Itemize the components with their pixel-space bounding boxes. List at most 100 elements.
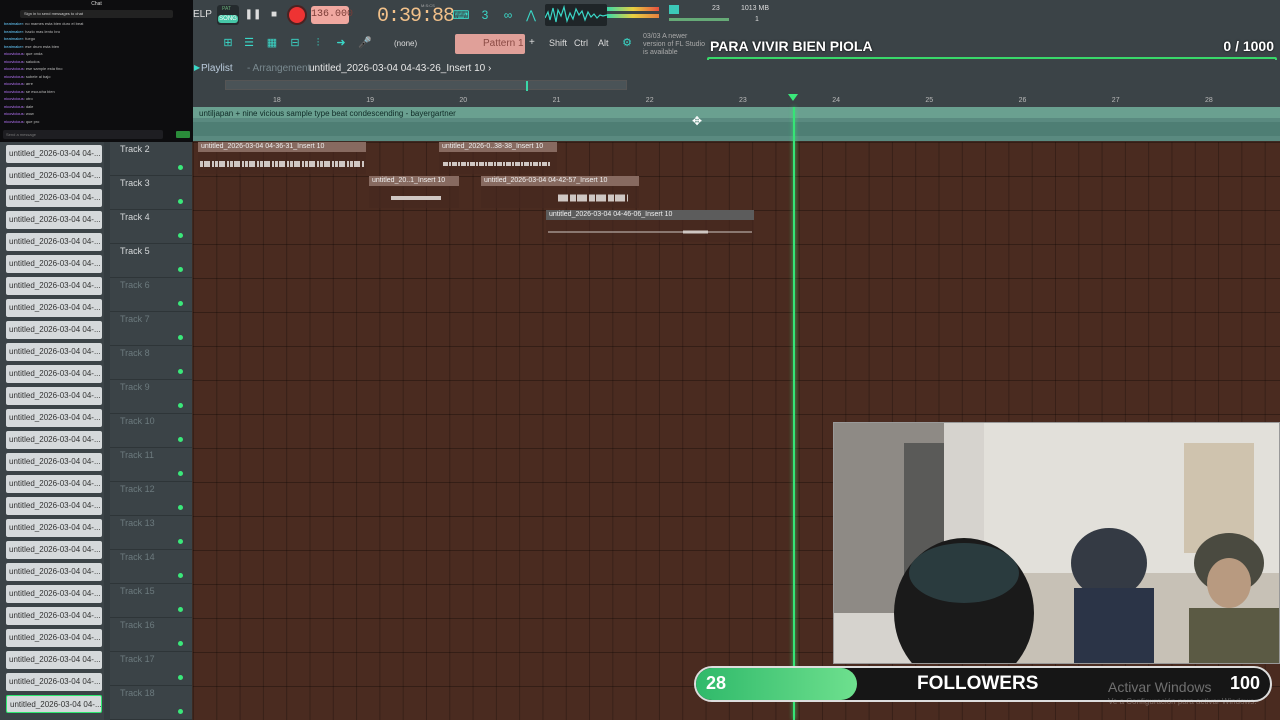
track-header[interactable]: Track 10 — [110, 414, 192, 448]
track-header[interactable]: Track 11 — [110, 448, 192, 482]
pattern-list-item[interactable]: untitled_2026-03-04 04-... — [6, 211, 102, 229]
track-mute-led[interactable] — [178, 709, 183, 714]
track-header[interactable]: Track 17 — [110, 652, 192, 686]
track-mute-led[interactable] — [178, 301, 183, 306]
chat-username[interactable]: nicovicious — [4, 59, 24, 64]
track-header[interactable]: Track 8 — [110, 346, 192, 380]
audio-clip[interactable]: untitled_2026-03-04 04-42-57_Insert 10 — [481, 176, 639, 208]
track-header[interactable]: Track 9 — [110, 380, 192, 414]
track-mute-led[interactable] — [178, 165, 183, 170]
stop-button[interactable]: ■ — [264, 5, 284, 25]
pattern-selector[interactable]: Pattern 1 — [455, 34, 525, 54]
track-mute-led[interactable] — [178, 437, 183, 442]
track-header[interactable]: Track 7 — [110, 312, 192, 346]
pattern-list-item[interactable]: untitled_2026-03-04 04-... — [6, 497, 102, 515]
track-header[interactable]: Track 4 — [110, 210, 192, 244]
browser-icon[interactable]: ➜ — [332, 34, 350, 52]
track-mute-led[interactable] — [178, 233, 183, 238]
chat-username[interactable]: beatmaker — [4, 44, 23, 49]
mixer-icon[interactable]: ⫶ — [309, 34, 327, 52]
wait-icon[interactable]: ∞ — [498, 5, 518, 25]
chat-username[interactable]: beatmaker — [4, 21, 23, 26]
pattern-list-item[interactable]: untitled_2026-03-04 04-... — [6, 233, 102, 251]
pause-button[interactable]: ❚❚ — [243, 5, 263, 25]
ctrl-key[interactable]: Ctrl — [574, 38, 588, 48]
chat-send-button[interactable] — [176, 131, 190, 138]
chat-username[interactable]: nicovicious — [4, 104, 24, 109]
pattern-list-item[interactable]: untitled_2026-03-04 04-... — [6, 695, 102, 713]
track-mute-led[interactable] — [178, 607, 183, 612]
pattern-list-item[interactable]: untitled_2026-03-04 04-... — [6, 189, 102, 207]
pattern-list-item[interactable]: untitled_2026-03-04 04-... — [6, 541, 102, 559]
shift-key[interactable]: Shift — [549, 38, 567, 48]
track-header[interactable]: Track 14 — [110, 550, 192, 584]
pattern-list-item[interactable]: untitled_2026-03-04 04-... — [6, 321, 102, 339]
audio-clip[interactable]: untitled_20..1_Insert 10 — [369, 176, 459, 208]
track-mute-led[interactable] — [178, 369, 183, 374]
typing-keyboard-icon[interactable]: ⌨ — [451, 5, 471, 25]
chat-username[interactable]: beatmaker — [4, 29, 23, 34]
track-mute-led[interactable] — [178, 573, 183, 578]
track-mute-led[interactable] — [178, 641, 183, 646]
alt-key[interactable]: Alt — [598, 38, 609, 48]
chat-username[interactable]: nicovicious — [4, 66, 24, 71]
chat-username[interactable]: nicovicious — [4, 89, 24, 94]
track-header[interactable]: Track 2 — [110, 142, 192, 176]
pattern-list-item[interactable]: untitled_2026-03-04 04-... — [6, 299, 102, 317]
audio-clip[interactable]: untitled_2026-03-04 04-36-31_Insert 10 — [198, 142, 366, 174]
track-header[interactable]: Track 15 — [110, 584, 192, 618]
audio-clip[interactable]: untitled_2026-03-04 04-46-06_Insert 10 — [546, 210, 754, 242]
pat-song-toggle[interactable]: PAT SONG — [217, 5, 239, 25]
pattern-list-item[interactable]: untitled_2026-03-04 04-... — [6, 453, 102, 471]
track-header[interactable]: Track 5 — [110, 244, 192, 278]
audio-clip[interactable]: untitled_2026-0..38-38_Insert 10 — [439, 142, 557, 174]
pattern-list-item[interactable]: untitled_2026-03-04 04-... — [6, 365, 102, 383]
track-mute-led[interactable] — [178, 403, 183, 408]
help-menu[interactable]: ELP — [193, 9, 212, 20]
track-header[interactable]: Track 16 — [110, 618, 192, 652]
track-header[interactable]: Track 12 — [110, 482, 192, 516]
pattern-list-item[interactable]: untitled_2026-03-04 04-... — [6, 673, 102, 691]
pattern-list-item[interactable]: untitled_2026-03-04 04-... — [6, 651, 102, 669]
timeline[interactable]: 18 19 20 21 22 23 24 25 26 27 28 — [193, 77, 1280, 107]
overview-scrollbar[interactable] — [225, 80, 627, 91]
chat-username[interactable]: nicovicious — [4, 74, 24, 79]
track-header[interactable]: Track 6 — [110, 278, 192, 312]
pattern-list-item[interactable]: untitled_2026-03-04 04-... — [6, 585, 102, 603]
chat-username[interactable]: beatmaker — [4, 36, 23, 41]
snap-icon[interactable]: ⊞ — [219, 34, 237, 52]
news-panel[interactable]: 03/03 A newer version of FL Studio is av… — [643, 33, 709, 57]
pattern-list-item[interactable]: untitled_2026-03-04 04-... — [6, 343, 102, 361]
track-mute-led[interactable] — [178, 199, 183, 204]
chat-username[interactable]: nicovicious — [4, 96, 24, 101]
time-display[interactable]: M:S:CS 0:39:88 — [369, 1, 455, 29]
playhead-marker[interactable] — [788, 94, 798, 101]
add-pattern-button[interactable]: + — [529, 37, 535, 48]
chat-username[interactable]: nicovicious — [4, 111, 24, 116]
channel-rack-icon[interactable]: ⊟ — [286, 34, 304, 52]
track-mute-led[interactable] — [178, 539, 183, 544]
current-pattern-name[interactable]: untitled_2026-03-04 04-43-26_Insert 10 › — [309, 63, 491, 74]
pattern-list-item[interactable]: untitled_2026-03-04 04-... — [6, 255, 102, 273]
track-mute-led[interactable] — [178, 335, 183, 340]
track-header[interactable]: Track 18 — [110, 686, 192, 720]
track-mute-led[interactable] — [178, 267, 183, 272]
record-button[interactable] — [287, 5, 307, 25]
pattern-list-item[interactable]: untitled_2026-03-04 04-... — [6, 629, 102, 647]
chat-input[interactable]: Send a message — [3, 130, 163, 139]
pattern-list-item[interactable]: untitled_2026-03-04 04-... — [6, 145, 102, 163]
pattern-list-item[interactable]: untitled_2026-03-04 04-... — [6, 607, 102, 625]
pattern-list-item[interactable]: untitled_2026-03-04 04-... — [6, 431, 102, 449]
playlist-arrow-icon[interactable]: ▶ — [194, 63, 200, 72]
track-header[interactable]: Track 13 — [110, 516, 192, 550]
pattern-list-item[interactable]: untitled_2026-03-04 04-... — [6, 387, 102, 405]
track-header[interactable]: Track 3 — [110, 176, 192, 210]
chat-username[interactable]: nicovicious — [4, 81, 24, 86]
audio-clip-lane[interactable]: untiljapan + nine vicious sample type be… — [193, 107, 1280, 141]
pattern-list-item[interactable]: untitled_2026-03-04 04-... — [6, 409, 102, 427]
chat-username[interactable]: nicovicious — [4, 51, 24, 56]
preset-selector[interactable]: (none) — [388, 37, 444, 51]
pattern-list-item[interactable]: untitled_2026-03-04 04-... — [6, 563, 102, 581]
countdown-icon[interactable]: 3 — [475, 5, 495, 25]
tempo-display[interactable]: 136.000 — [311, 6, 353, 24]
